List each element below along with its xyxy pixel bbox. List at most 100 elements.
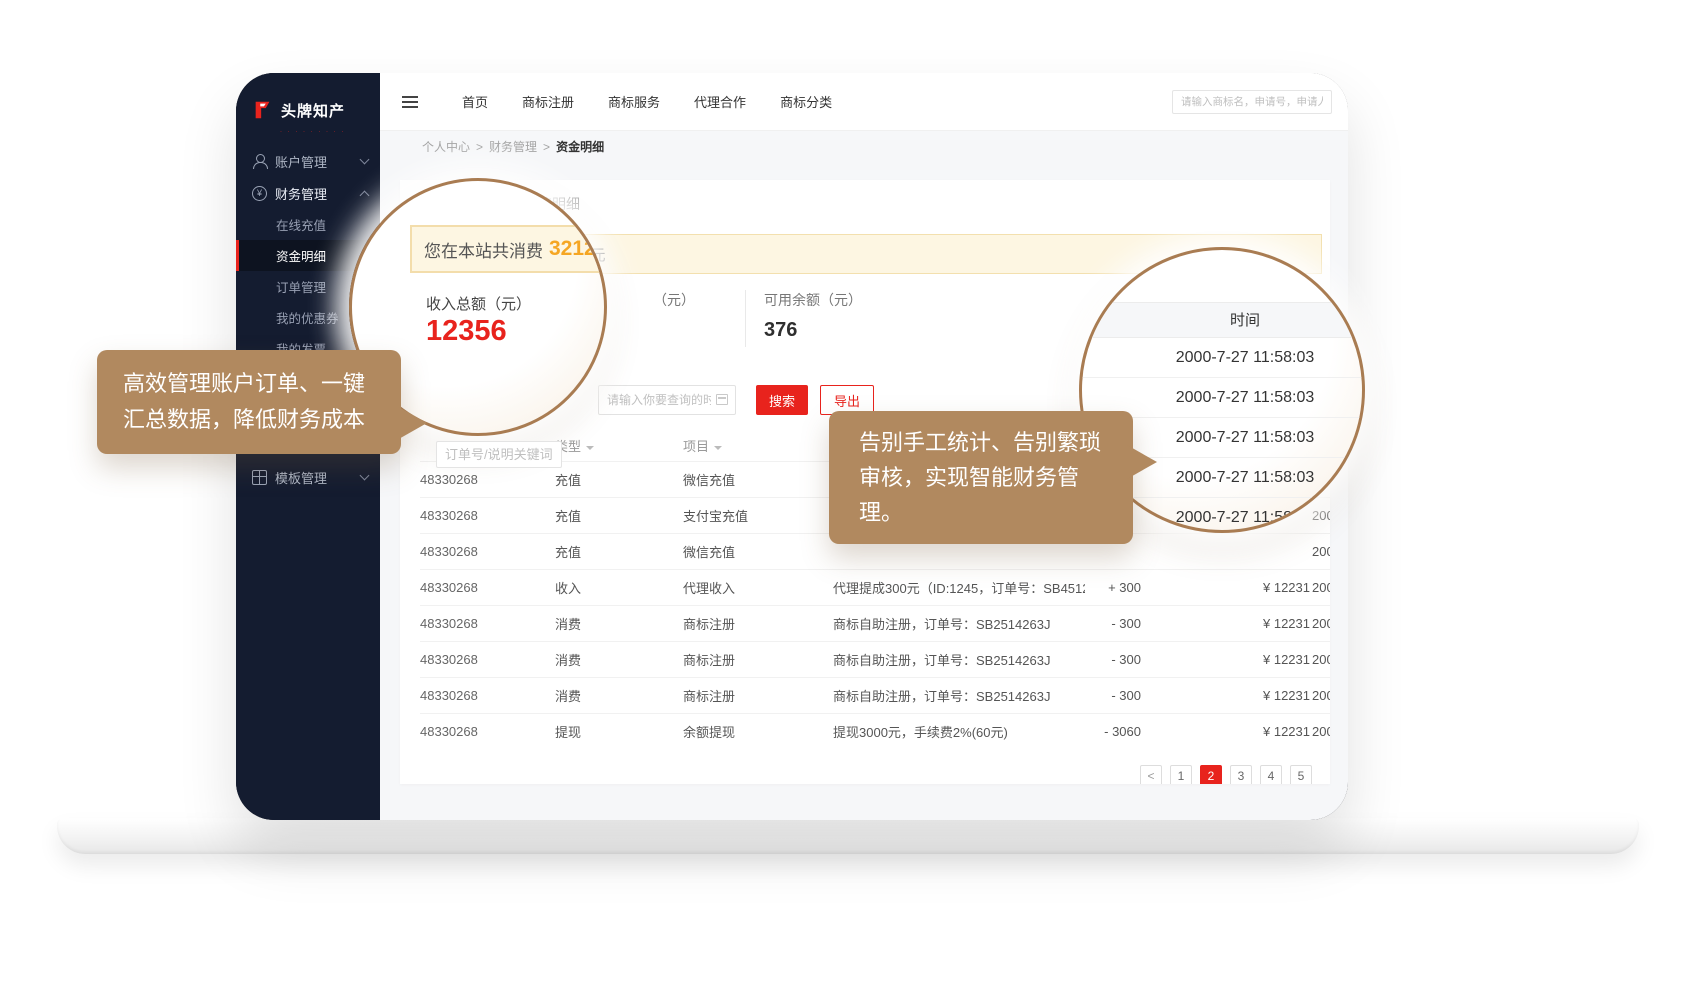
page-button-2[interactable]: 2 xyxy=(1200,765,1222,784)
magnified-banner-amount: 32124 xyxy=(549,237,607,261)
chevron-down-icon xyxy=(360,471,370,481)
cell-time: 2000-7-27 11:58:03 xyxy=(1312,605,1330,641)
chevron-down-icon xyxy=(360,155,370,165)
cell-project: 余额提现 xyxy=(683,713,833,749)
top-navbar: 首页 商标注册 商标服务 代理合作 商标分类 xyxy=(380,73,1348,131)
nav-item-trademark-register[interactable]: 商标注册 xyxy=(522,92,574,111)
brand-flag-icon xyxy=(252,99,274,121)
cell-amount: - 3060 xyxy=(1085,713,1185,749)
sidebar-item-templates[interactable]: 模板管理 xyxy=(236,461,380,493)
cell-type: 充值 xyxy=(555,497,683,533)
callout-arrow-icon xyxy=(397,406,427,440)
logo: 头牌知产 xyxy=(236,73,380,127)
nav-item-trademark-category[interactable]: 商标分类 xyxy=(780,92,832,111)
sidebar-subitem-label: 在线充值 xyxy=(276,215,326,234)
user-icon xyxy=(252,154,267,169)
cell-time: 2000-7-27 11:58:03 xyxy=(1312,677,1330,713)
cell-project: 商标注册 xyxy=(683,677,833,713)
cell-time: 2000-7-27 11:58:03 xyxy=(1312,641,1330,677)
stat-middle: （元） xyxy=(653,290,745,347)
nav-item-trademark-services[interactable]: 商标服务 xyxy=(608,92,660,111)
search-input[interactable] xyxy=(1172,90,1332,114)
breadcrumb-item[interactable]: 财务管理 xyxy=(489,140,537,154)
date-field-wrap xyxy=(598,385,736,415)
cell-balance: ¥ 12231 xyxy=(1185,677,1312,713)
table-row: 48330268提现余额提现提现3000元，手续费2%(60元)- 3060¥ … xyxy=(420,713,1330,749)
magnified-stat-label: 收入总额（元） xyxy=(426,293,531,314)
cell-project: 微信充值 xyxy=(683,461,833,497)
calendar-icon[interactable] xyxy=(716,394,728,405)
cell-desc: 商标自助注册，订单号：SB2514263J xyxy=(833,641,1085,677)
breadcrumb: 个人中心 > 财务管理 > 资金明细 xyxy=(380,131,1348,163)
magnified-stat-value: 12356 xyxy=(426,315,507,348)
menu-icon[interactable] xyxy=(402,101,418,103)
cell-amount: + 300 xyxy=(1085,569,1185,605)
cell-project: 商标注册 xyxy=(683,641,833,677)
cell-amount: - 300 xyxy=(1085,605,1185,641)
nav-item-agent-cooperation[interactable]: 代理合作 xyxy=(694,92,746,111)
cell-order: 48330268 xyxy=(420,497,555,533)
pagination: < 1 2 3 4 5 xyxy=(420,765,1312,784)
cell-type: 收入 xyxy=(555,569,683,605)
cell-order: 48330268 xyxy=(420,641,555,677)
cell-amount: - 300 xyxy=(1085,641,1185,677)
cell-order: 48330268 xyxy=(420,713,555,749)
logo-title: 头牌知产 xyxy=(281,100,345,121)
page-button-3[interactable]: 3 xyxy=(1230,765,1252,784)
page: 头牌知产 · · · · · · · · · 账户管理 财务管理 在线充值 资金… xyxy=(0,0,1696,1002)
callout-arrow-icon xyxy=(1127,445,1157,479)
magnified-time-header: 时间 xyxy=(1082,302,1362,338)
cell-desc: 商标自助注册，订单号：SB2514263J xyxy=(833,605,1085,641)
table-row: 48330268消费商标注册商标自助注册，订单号：SB2514263J- 300… xyxy=(420,605,1330,641)
magnified-time-cell: 2000-7-27 11:58:03 xyxy=(1082,338,1362,378)
cell-project: 代理收入 xyxy=(683,569,833,605)
header-project[interactable]: 项目 xyxy=(683,431,833,461)
chevron-up-icon xyxy=(360,190,370,200)
cell-type: 消费 xyxy=(555,605,683,641)
cell-type: 提现 xyxy=(555,713,683,749)
page-button-4[interactable]: 4 xyxy=(1260,765,1282,784)
cell-order: 48330268 xyxy=(420,677,555,713)
cell-time: 2000-7-27 11:58:03 xyxy=(1312,713,1330,749)
finance-icon xyxy=(252,186,267,201)
cell-project: 商标注册 xyxy=(683,605,833,641)
cell-desc: 代理提成300元（ID:1245，订单号：SB45124） xyxy=(833,569,1085,605)
cell-balance: ¥ 12231 xyxy=(1185,641,1312,677)
sort-caret-icon[interactable] xyxy=(586,446,594,450)
table-row: 48330268消费商标注册商标自助注册，订单号：SB2514263J- 300… xyxy=(420,641,1330,677)
template-icon xyxy=(252,470,267,485)
breadcrumb-separator: > xyxy=(476,140,483,154)
callout-left: 高效管理账户订单、一键汇总数据，降低财务成本 xyxy=(97,350,401,454)
sidebar-subitem-label: 资金明细 xyxy=(276,246,326,265)
cell-time: 2000-7-27 11:58:03 xyxy=(1312,569,1330,605)
sidebar-item-label: 模板管理 xyxy=(275,468,327,487)
stat-value: 376 xyxy=(764,319,862,342)
breadcrumb-item[interactable]: 个人中心 xyxy=(422,140,470,154)
breadcrumb-separator: > xyxy=(543,140,550,154)
sort-caret-icon[interactable] xyxy=(714,446,722,450)
sidebar-item-account[interactable]: 账户管理 xyxy=(236,145,380,177)
cell-balance: ¥ 12231 xyxy=(1185,713,1312,749)
cell-desc: 商标自助注册，订单号：SB2514263J xyxy=(833,677,1085,713)
logo-subtitle: · · · · · · · · · xyxy=(236,127,380,145)
nav-item-home[interactable]: 首页 xyxy=(462,92,488,111)
table-row: 48330268收入代理收入代理提成300元（ID:1245，订单号：SB451… xyxy=(420,569,1330,605)
prev-page-button[interactable]: < xyxy=(1140,765,1162,784)
page-button-1[interactable]: 1 xyxy=(1170,765,1192,784)
header-type[interactable]: 类型 xyxy=(555,431,683,461)
cell-balance xyxy=(1185,533,1312,569)
search-button[interactable]: 搜索 xyxy=(756,385,808,415)
callout-right: 告别手工统计、告别繁琐审核，实现智能财务管理。 xyxy=(829,411,1133,544)
breadcrumb-current: 资金明细 xyxy=(556,140,604,154)
sidebar-subitem-label: 订单管理 xyxy=(276,277,326,296)
order-keyword-input[interactable] xyxy=(436,441,562,468)
cell-order: 48330268 xyxy=(420,533,555,569)
cell-type: 消费 xyxy=(555,641,683,677)
cell-balance: ¥ 12231 xyxy=(1185,569,1312,605)
sidebar-item-finance[interactable]: 财务管理 xyxy=(236,177,380,209)
page-button-5[interactable]: 5 xyxy=(1290,765,1312,784)
header-label: 项目 xyxy=(683,439,709,454)
sidebar-item-online-recharge[interactable]: 在线充值 xyxy=(236,209,380,240)
cell-type: 消费 xyxy=(555,677,683,713)
sidebar-item-label: 账户管理 xyxy=(275,152,327,171)
